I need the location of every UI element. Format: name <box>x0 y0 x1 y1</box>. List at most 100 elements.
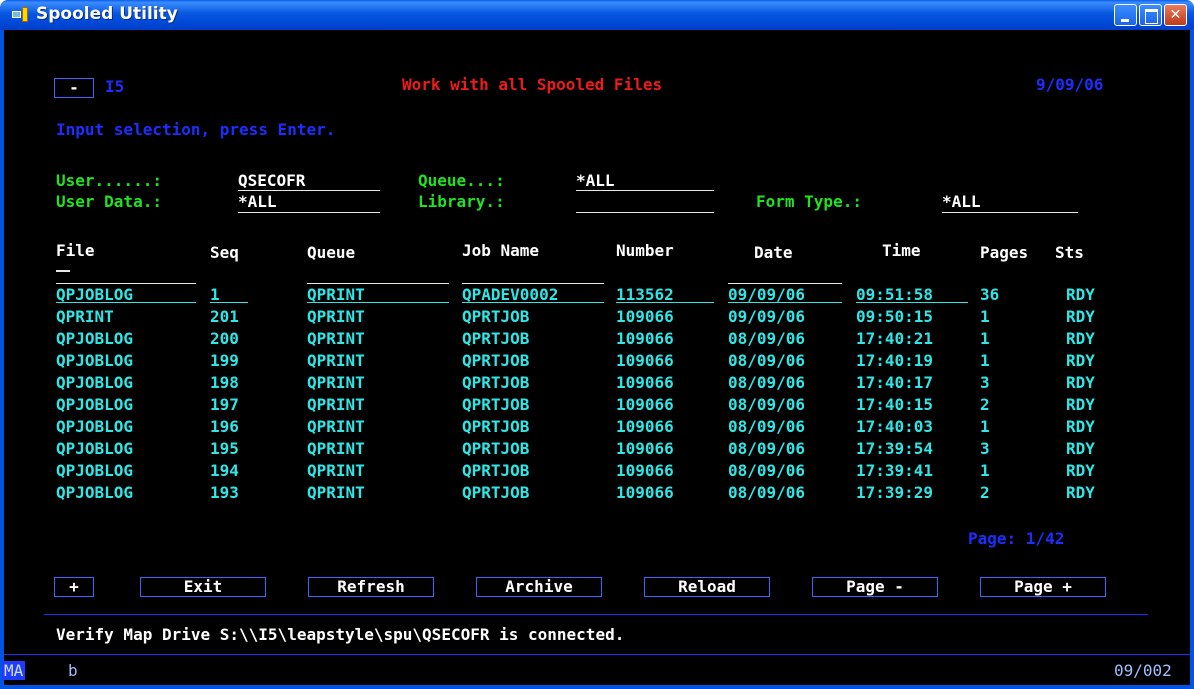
cell-time: 17:40:03 <box>856 417 934 436</box>
cell-job-name: QPRTJOB <box>462 417 530 436</box>
cell-pages: 2 <box>980 395 990 414</box>
window-title: Spooled Utility <box>36 4 178 24</box>
cell-file[interactable]: QPJOBLOG <box>56 418 133 436</box>
cell-pages: 3 <box>980 373 990 392</box>
input-inhibited-indicator: MA <box>2 661 26 680</box>
minimize-icon[interactable] <box>1114 4 1137 26</box>
cell-queue: QPRINT <box>307 461 365 480</box>
cell-date: 08/09/06 <box>728 395 806 414</box>
cell-job-name: QPRTJOB <box>462 439 530 458</box>
screen-title: Work with all Spooled Files <box>402 75 663 94</box>
cell-time: 17:40:17 <box>856 373 934 392</box>
cell-number: 109066 <box>616 439 674 458</box>
cell-job-name: QPRTJOB <box>462 461 530 480</box>
cell-number: 109066 <box>616 307 674 326</box>
cell-job-name: QPRTJOB <box>462 307 530 326</box>
cell-date: 08/09/06 <box>728 329 806 348</box>
cell-seq: 194 <box>210 461 239 480</box>
instruction-text: Input selection, press Enter. <box>56 120 336 139</box>
col-queue: Queue <box>307 243 356 262</box>
cell-number: 109066 <box>616 395 674 414</box>
cell-sts: RDY <box>1066 417 1095 436</box>
form-type-field[interactable]: *ALL <box>942 193 981 211</box>
cell-date: 08/09/06 <box>728 417 806 436</box>
cell-seq: 201 <box>210 307 239 326</box>
cell-sts: RDY <box>1066 439 1095 458</box>
cell-seq: 193 <box>210 483 239 502</box>
cell-queue: QPRINT <box>307 483 365 502</box>
refresh-button[interactable]: Refresh <box>308 577 434 597</box>
col-number: Number <box>616 241 674 260</box>
cell-number: 109066 <box>616 483 674 502</box>
cell-date: 09/09/06 <box>728 307 806 326</box>
cell-pages: 1 <box>980 417 990 436</box>
cursor-position: 09/002 <box>1114 661 1172 680</box>
cell-job-name: QPRTJOB <box>462 483 530 502</box>
cell-sts: RDY <box>1066 307 1095 326</box>
cell-file[interactable]: QPRINT <box>56 308 114 326</box>
cell-file[interactable]: QPJOBLOG <box>56 396 133 414</box>
exit-button[interactable]: Exit <box>140 577 266 597</box>
cell-sts: RDY <box>1066 351 1095 370</box>
message-line: Verify Map Drive S:\\I5\leapstyle\spu\QS… <box>56 625 625 644</box>
cell-time: 17:39:41 <box>856 461 934 480</box>
cell-date: 08/09/06 <box>728 373 806 392</box>
cell-time: 17:40:19 <box>856 351 934 370</box>
app-icon <box>12 7 30 23</box>
close-icon[interactable]: ✕ <box>1164 4 1187 26</box>
collapse-button[interactable]: - <box>54 78 94 98</box>
reload-button[interactable]: Reload <box>644 577 770 597</box>
cell-sts: RDY <box>1066 483 1095 502</box>
cell-queue: QPRINT <box>307 373 365 392</box>
cell-queue: QPRINT <box>307 351 365 370</box>
col-file: File <box>56 241 95 260</box>
cell-sts: RDY <box>1066 285 1095 304</box>
cell-file[interactable]: QPJOBLOG <box>56 330 133 348</box>
user-data-label: User Data.: <box>56 192 162 211</box>
cell-number: 109066 <box>616 373 674 392</box>
cell-pages: 1 <box>980 307 990 326</box>
cell-queue: QPRINT <box>307 329 365 348</box>
cell-file[interactable]: QPJOBLOG <box>56 374 133 392</box>
cell-seq: 198 <box>210 373 239 392</box>
cell-sts: RDY <box>1066 373 1095 392</box>
cell-sts: RDY <box>1066 329 1095 348</box>
cell-file[interactable]: QPJOBLOG <box>56 352 133 370</box>
terminal-screen: - I5 Work with all Spooled Files 9/09/06… <box>4 30 1190 654</box>
cell-job-name: QPRTJOB <box>462 395 530 414</box>
cell-file[interactable]: QPJOBLOG <box>56 462 133 480</box>
cell-number: 109066 <box>616 417 674 436</box>
cell-queue: QPRINT <box>307 395 365 414</box>
system-name: I5 <box>105 77 125 96</box>
user-data-field[interactable]: *ALL <box>238 193 277 211</box>
user-field[interactable]: QSECOFR <box>238 172 305 190</box>
cell-time: 17:39:29 <box>856 483 934 502</box>
cell-seq: 195 <box>210 439 239 458</box>
cell-job-name: QPRTJOB <box>462 329 530 348</box>
cell-time: 09:50:15 <box>856 307 934 326</box>
col-time: Time <box>882 241 921 260</box>
page-prev-button[interactable]: Page - <box>812 577 938 597</box>
cell-file[interactable]: QPJOBLOG <box>56 484 133 502</box>
col-pages: Pages <box>980 243 1029 262</box>
queue-field[interactable]: *ALL <box>576 172 615 190</box>
col-sts: Sts <box>1055 243 1084 262</box>
app-window: Spooled Utility ✕ - I5 Work with all Spo… <box>0 0 1194 689</box>
expand-button[interactable]: + <box>54 577 94 597</box>
oia-status-bar: MA b 09/002 <box>2 654 1190 685</box>
cell-number: 109066 <box>616 461 674 480</box>
cell-pages: 2 <box>980 483 990 502</box>
cell-seq: 196 <box>210 417 239 436</box>
archive-button[interactable]: Archive <box>476 577 602 597</box>
cell-queue: QPRINT <box>307 439 365 458</box>
col-seq: Seq <box>210 243 239 262</box>
cell-pages: 3 <box>980 439 990 458</box>
title-bar[interactable]: Spooled Utility ✕ <box>0 0 1194 30</box>
page-next-button[interactable]: Page + <box>980 577 1106 597</box>
maximize-icon[interactable] <box>1139 4 1162 26</box>
cell-time: 17:40:21 <box>856 329 934 348</box>
cell-file[interactable]: QPJOBLOG <box>56 440 133 458</box>
col-date: Date <box>754 243 793 262</box>
col-job-name: Job Name <box>462 241 540 260</box>
cell-seq: 197 <box>210 395 239 414</box>
